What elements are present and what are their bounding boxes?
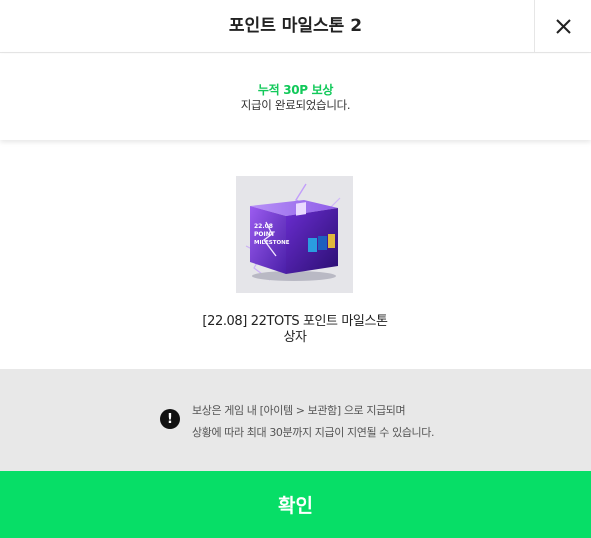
reward-name-line2: 상자: [283, 330, 307, 345]
exclamation-icon: !: [160, 409, 180, 429]
reward-item-name: [22.08] 22TOTS 포인트 마일스톤 상자: [170, 314, 420, 346]
reward-status: 누적 30P 보상 지급이 완료되었습니다.: [0, 54, 591, 140]
modal-header: 포인트 마일스톤 2: [0, 0, 591, 53]
reward-modal: 포인트 마일스톤 2 누적 30P 보상 지급이 완료되었습니다. 22.08 …: [0, 0, 591, 538]
modal-title: 포인트 마일스톤 2: [228, 16, 363, 36]
box-text-point: POINT: [254, 231, 276, 238]
confirm-button[interactable]: 확인: [0, 471, 591, 538]
reward-section: 22.08 POINT MILESTONE [22.08] 22TOTS 포인트…: [0, 140, 591, 369]
notice-panel: ! 보상은 게임 내 [아이템 > 보관함] 으로 지급되며 상황에 따라 최대…: [0, 369, 591, 471]
reward-name-line1: [22.08] 22TOTS 포인트 마일스톤: [202, 314, 388, 329]
box-text-milestone: MILESTONE: [254, 240, 290, 246]
milestone-box-image: 22.08 POINT MILESTONE: [236, 176, 353, 293]
notice-text-line2: 상황에 따라 최대 30분까지 지급이 지연될 수 있습니다.: [192, 426, 435, 439]
status-title: 누적 30P 보상: [257, 83, 334, 97]
status-description: 지급이 완료되었습니다.: [240, 98, 351, 112]
close-button[interactable]: [534, 0, 591, 53]
notice-text-line1: 보상은 게임 내 [아이템 > 보관함] 으로 지급되며: [192, 404, 406, 417]
close-icon: [555, 19, 571, 34]
box-text-date: 22.08: [254, 223, 273, 230]
